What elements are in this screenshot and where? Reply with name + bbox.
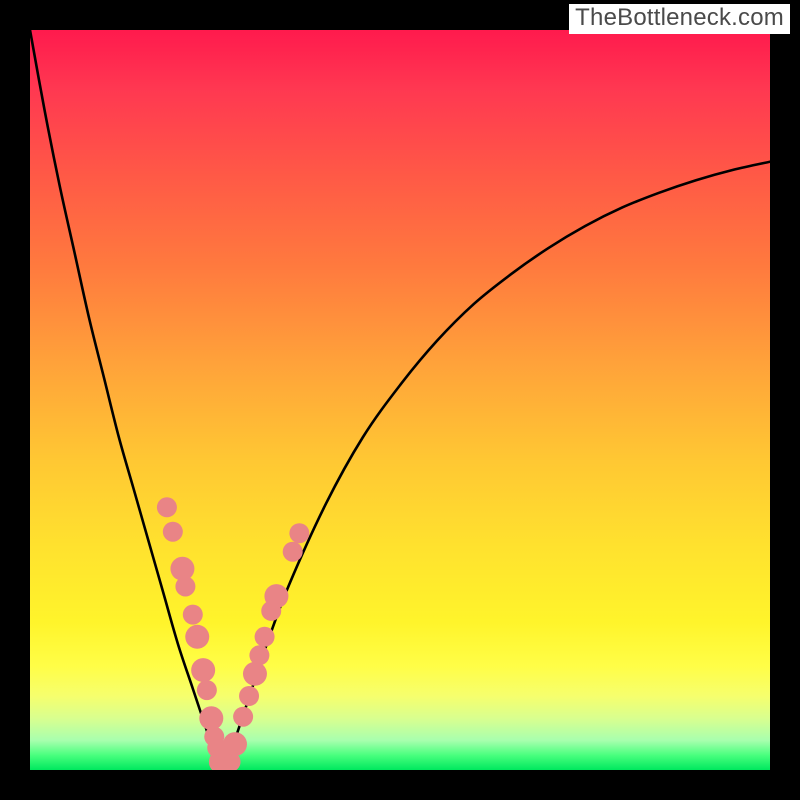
curve-marker bbox=[283, 542, 303, 562]
curve-marker bbox=[191, 658, 215, 682]
curve-marker bbox=[185, 625, 209, 649]
curve-marker bbox=[239, 686, 259, 706]
curve-marker bbox=[233, 707, 253, 727]
curve-marker bbox=[255, 627, 275, 647]
marker-layer bbox=[157, 497, 309, 770]
curve-marker bbox=[199, 706, 223, 730]
curve-marker bbox=[175, 576, 195, 596]
curve-marker bbox=[264, 584, 288, 608]
curve-marker bbox=[249, 645, 269, 665]
curve-marker bbox=[223, 732, 247, 756]
plot-area bbox=[30, 30, 770, 770]
bottleneck-curve bbox=[30, 30, 770, 770]
curve-marker bbox=[289, 523, 309, 543]
curve-marker bbox=[183, 605, 203, 625]
chart-frame: TheBottleneck.com bbox=[0, 0, 800, 800]
curve-marker bbox=[197, 680, 217, 700]
curve-marker bbox=[157, 497, 177, 517]
curve-marker bbox=[243, 662, 267, 686]
watermark-text: TheBottleneck.com bbox=[569, 4, 790, 34]
curve-layer bbox=[30, 30, 770, 770]
curve-marker bbox=[163, 522, 183, 542]
